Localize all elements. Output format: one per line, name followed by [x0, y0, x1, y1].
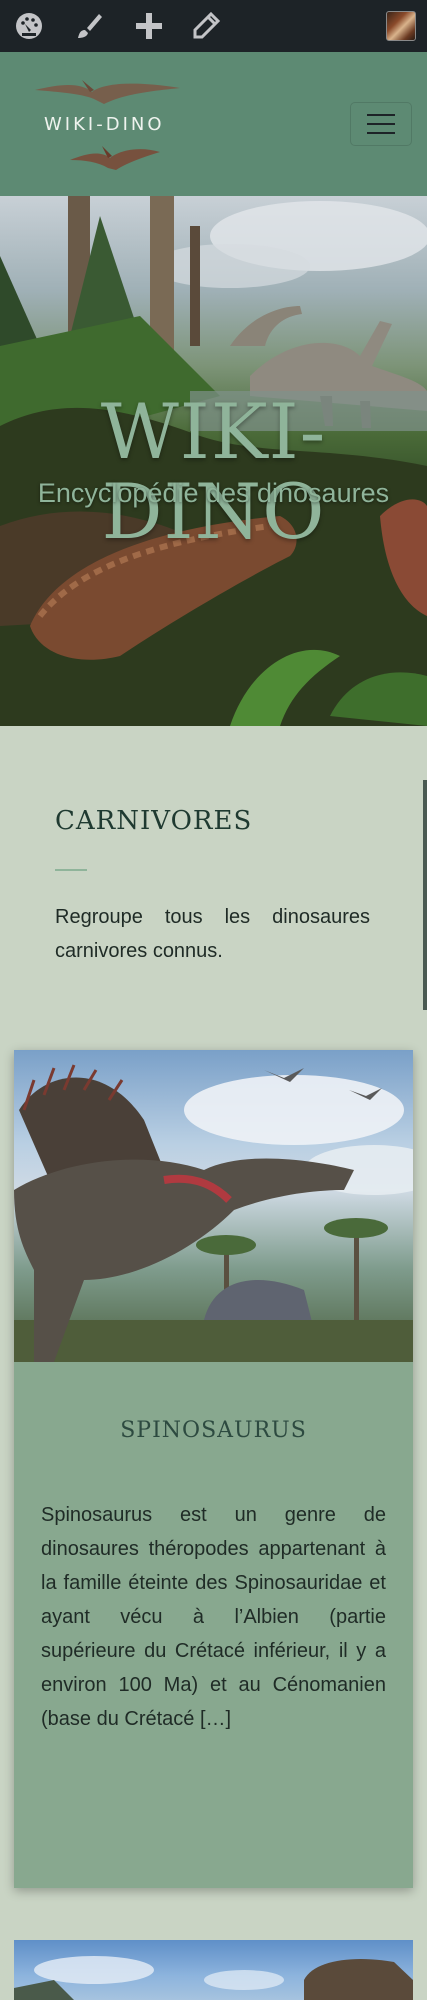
dashboard-icon[interactable] — [11, 8, 47, 44]
category-title: CARNIVORES — [55, 806, 253, 836]
admin-bar — [0, 0, 427, 52]
scrollbar[interactable] — [423, 780, 427, 1010]
title-divider — [55, 869, 87, 871]
card-image-next[interactable] — [14, 1940, 413, 2000]
pencil-icon[interactable] — [188, 8, 224, 44]
hero-title: WIKI-DINO — [100, 387, 327, 556]
category-description: Regroupe tous les dinosaures carnivores … — [55, 906, 370, 962]
logo-text: WIKI-DINO — [44, 114, 165, 135]
hero-banner: WIKI-DINO Encyclopédie des dinosaures — [0, 196, 427, 726]
card-excerpt: Spinosaurus est un genre de dinosaures t… — [41, 1504, 386, 1730]
article-card[interactable]: SPINOSAURUS Spinosaurus est un genre de … — [14, 1050, 413, 1888]
card-image[interactable] — [14, 1050, 413, 1362]
hamburger-icon — [367, 114, 395, 116]
user-avatar[interactable] — [386, 11, 416, 41]
hero-subtitle: Encyclopédie des dinosaures — [37, 478, 390, 508]
menu-toggle-button[interactable] — [350, 102, 412, 146]
article-card-next[interactable] — [14, 1940, 413, 2000]
site-header: WIKI-DINO — [0, 52, 427, 196]
brush-icon[interactable] — [70, 8, 106, 44]
card-title[interactable]: SPINOSAURUS — [14, 1418, 413, 1443]
plus-icon[interactable] — [131, 8, 167, 44]
site-logo[interactable]: WIKI-DINO — [30, 70, 190, 180]
